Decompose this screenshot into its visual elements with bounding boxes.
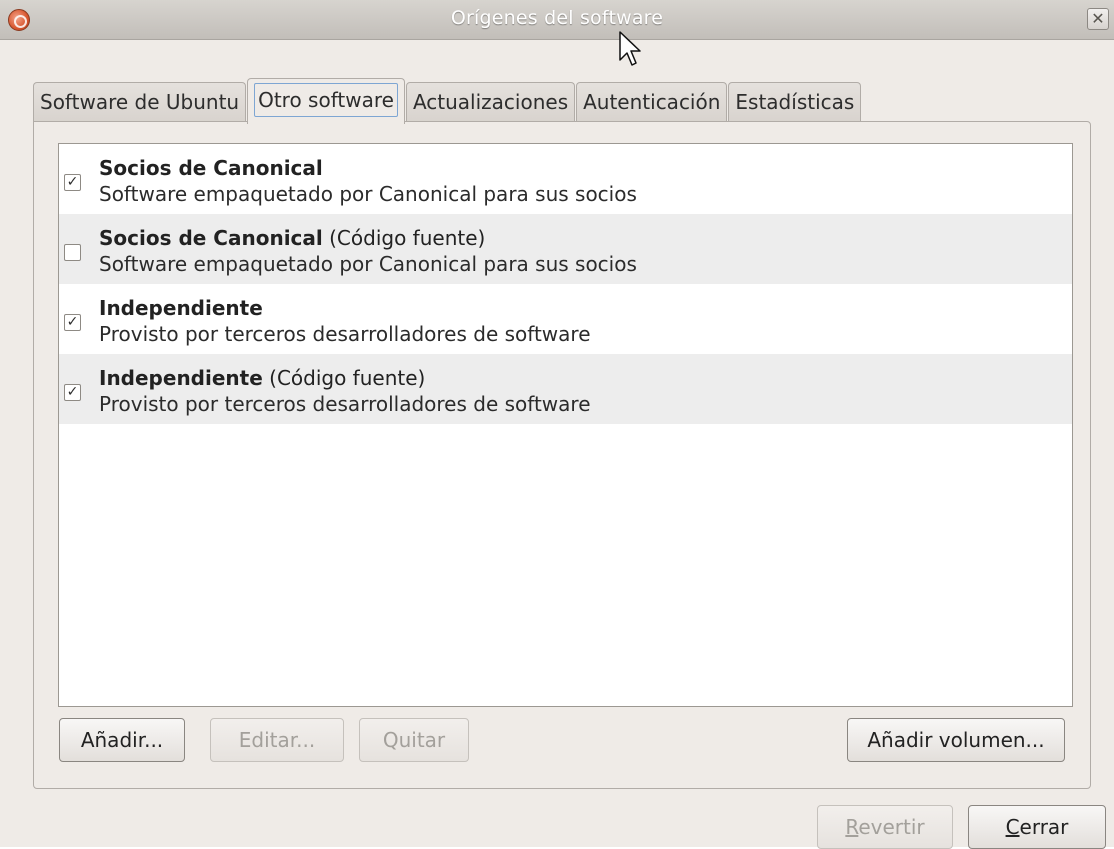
add-button[interactable]: Añadir... [59,718,185,762]
source-title: Independiente (Código fuente) [99,366,425,390]
tab-statistics[interactable]: Estadísticas [728,82,862,122]
list-item[interactable]: ✓ Independiente Provisto por terceros de… [59,284,1072,354]
tab-updates[interactable]: Actualizaciones [405,82,576,122]
list-item[interactable]: Socios de Canonical (Código fuente) Soft… [59,214,1072,284]
window-title: Orígenes del software [450,7,664,29]
revert-button[interactable]: Revertir [817,805,953,849]
source-description: Software empaquetado por Canonical para … [99,252,637,276]
revert-label: evertir [858,815,925,839]
source-description: Provisto por terceros desarrolladores de… [99,392,591,416]
tab-ubuntu-software[interactable]: Software de Ubuntu [33,82,247,122]
sources-list[interactable]: ✓ Socios de Canonical Software empaqueta… [58,143,1073,707]
tab-panel: ✓ Socios de Canonical Software empaqueta… [33,121,1091,789]
list-item[interactable]: ✓ Independiente (Código fuente) Provisto… [59,354,1072,424]
source-title: Independiente [99,296,263,320]
software-sources-window: Orígenes del software ✕ Software de Ubun… [0,0,1114,849]
remove-button[interactable]: Quitar [359,718,469,762]
source-description: Provisto por terceros desarrolladores de… [99,322,591,346]
source-checkbox[interactable]: ✓ [64,314,81,331]
source-suffix: (Código fuente) [262,366,426,390]
source-name: Socios de Canonical [99,226,323,250]
mouse-pointer-icon [619,31,641,66]
source-title: Socios de Canonical (Código fuente) [99,226,485,250]
edit-button[interactable]: Editar... [210,718,344,762]
tab-bar: Software de Ubuntu Otro software Actuali… [33,78,862,124]
close-window-button[interactable]: ✕ [1087,8,1109,30]
source-name: Independiente [99,366,263,390]
tab-other-software-label: Otro software [254,83,398,117]
close-button[interactable]: Cerrar [968,805,1106,849]
close-label: errar [1019,815,1069,839]
source-suffix: (Código fuente) [322,226,486,250]
revert-mnemonic: R [845,815,859,839]
source-checkbox[interactable]: ✓ [64,384,81,401]
tab-authentication[interactable]: Autenticación [576,82,728,122]
source-title: Socios de Canonical [99,156,323,180]
source-name: Socios de Canonical [99,156,323,180]
close-mnemonic: C [1005,815,1020,839]
source-checkbox[interactable]: ✓ [64,174,81,191]
source-description: Software empaquetado por Canonical para … [99,182,637,206]
title-bar[interactable]: Orígenes del software ✕ [0,0,1114,40]
add-volume-button[interactable]: Añadir volumen... [847,718,1065,762]
tab-other-software[interactable]: Otro software [247,78,405,124]
source-checkbox[interactable] [64,244,81,261]
list-item[interactable]: ✓ Socios de Canonical Software empaqueta… [59,144,1072,214]
source-name: Independiente [99,296,263,320]
